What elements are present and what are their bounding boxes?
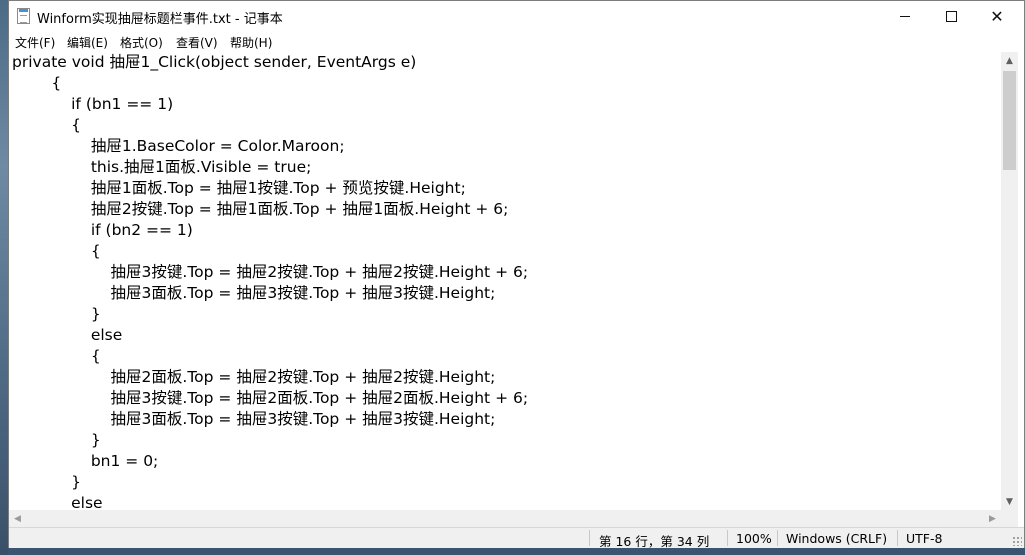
- maximize-icon: [945, 10, 957, 22]
- code-line: 抽屉3按键.Top = 抽屉2按键.Top + 抽屉2按键.Height + 6…: [12, 263, 529, 281]
- notepad-icon: [17, 8, 30, 24]
- close-icon: ✕: [990, 6, 1004, 26]
- code-line: else: [12, 494, 103, 510]
- scroll-down-arrow-icon[interactable]: ▼: [1001, 493, 1018, 510]
- code-line: }: [12, 473, 81, 491]
- scroll-left-arrow-icon[interactable]: ◀: [9, 510, 26, 527]
- resize-grip-icon[interactable]: [1012, 536, 1022, 546]
- status-divider: [897, 530, 898, 546]
- close-button[interactable]: ✕: [974, 1, 1020, 31]
- zoom-level: 100%: [736, 531, 772, 546]
- code-line: }: [12, 431, 101, 449]
- code-line: 抽屉3面板.Top = 抽屉3按键.Top + 抽屉3按键.Height;: [12, 284, 496, 302]
- vertical-scroll-thumb[interactable]: [1003, 71, 1016, 170]
- code-line: else: [12, 326, 123, 344]
- encoding: UTF-8: [906, 531, 943, 546]
- minimize-button[interactable]: [882, 1, 928, 31]
- status-divider: [777, 530, 778, 546]
- menu-view[interactable]: 查看(V): [176, 34, 218, 51]
- code-line: bn1 = 0;: [12, 452, 159, 470]
- code-line: {: [12, 347, 101, 365]
- code-line: 抽屉3面板.Top = 抽屉3按键.Top + 抽屉3按键.Height;: [12, 410, 496, 428]
- code-line: 抽屉2面板.Top = 抽屉2按键.Top + 抽屉2按键.Height;: [12, 368, 496, 386]
- menu-bar: 文件(F) 编辑(E) 格式(O) 查看(V) 帮助(H): [9, 31, 1024, 51]
- code-line: }: [12, 305, 101, 323]
- menu-file[interactable]: 文件(F): [15, 34, 55, 51]
- code-line: private void 抽屉1_Click(object sender, Ev…: [12, 53, 417, 71]
- code-line: 抽屉2按键.Top = 抽屉1面板.Top + 抽屉1面板.Height + 6…: [12, 200, 509, 218]
- code-line: {: [12, 242, 101, 260]
- notepad-window: Winform实现抽屉标题栏事件.txt - 记事本 ✕ 文件(F) 编辑(E)…: [8, 0, 1025, 549]
- window-title: Winform实现抽屉标题栏事件.txt - 记事本: [37, 12, 283, 27]
- menu-format[interactable]: 格式(O): [120, 34, 163, 51]
- menu-edit[interactable]: 编辑(E): [67, 34, 108, 51]
- menu-help[interactable]: 帮助(H): [230, 34, 272, 51]
- code-line: {: [12, 116, 81, 134]
- code-line: {: [12, 74, 62, 92]
- code-line: this.抽屉1面板.Visible = true;: [12, 158, 312, 176]
- scrollbar-corner: [1001, 510, 1018, 527]
- code-line: if (bn1 == 1): [12, 95, 174, 113]
- status-bar: 第 16 行，第 34 列 100% Windows (CRLF) UTF-8: [9, 527, 1024, 549]
- code-line: 抽屉3按键.Top = 抽屉2面板.Top + 抽屉2面板.Height + 6…: [12, 389, 529, 407]
- status-divider: [727, 530, 728, 546]
- desktop-background: [0, 0, 8, 555]
- text-editor[interactable]: private void 抽屉1_Click(object sender, Ev…: [9, 52, 1001, 510]
- status-divider: [589, 530, 590, 546]
- code-line: 抽屉1面板.Top = 抽屉1按键.Top + 预览按键.Height;: [12, 179, 466, 197]
- scroll-up-arrow-icon[interactable]: ▲: [1001, 52, 1018, 69]
- code-line: 抽屉1.BaseColor = Color.Maroon;: [12, 137, 345, 155]
- cursor-position: 第 16 行，第 34 列: [599, 534, 710, 549]
- horizontal-scrollbar[interactable]: ◀ ▶: [9, 510, 1001, 527]
- line-ending: Windows (CRLF): [786, 531, 888, 546]
- maximize-button[interactable]: [928, 1, 974, 31]
- scroll-right-arrow-icon[interactable]: ▶: [984, 510, 1001, 527]
- vertical-scrollbar[interactable]: ▲ ▼: [1001, 52, 1018, 510]
- code-line: if (bn2 == 1): [12, 221, 193, 239]
- title-bar[interactable]: Winform实现抽屉标题栏事件.txt - 记事本 ✕: [9, 1, 1024, 31]
- minimize-icon: [900, 15, 910, 17]
